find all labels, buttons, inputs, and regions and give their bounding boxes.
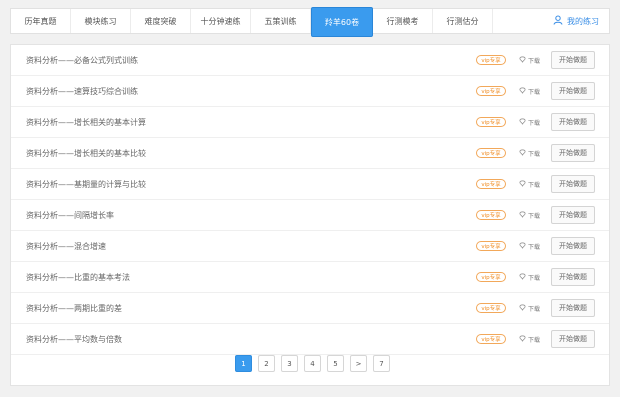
vip-badge: vip专享 bbox=[476, 241, 506, 251]
download-link[interactable]: 下载 bbox=[519, 242, 540, 251]
vip-badge: vip专享 bbox=[476, 117, 506, 127]
vip-badge: vip专享 bbox=[476, 86, 506, 96]
download-icon bbox=[519, 304, 526, 313]
user-icon bbox=[553, 15, 563, 27]
download-link[interactable]: 下载 bbox=[519, 118, 540, 127]
download-label: 下载 bbox=[528, 212, 541, 220]
tab-module-practice[interactable]: 模块练习 bbox=[71, 9, 131, 33]
list-item: 资料分析——平均数与倍数 vip专享 下载 开始做题 bbox=[11, 324, 609, 355]
start-exercise-button[interactable]: 开始做题 bbox=[551, 113, 595, 131]
start-exercise-button[interactable]: 开始做题 bbox=[551, 330, 595, 348]
exercise-title[interactable]: 资料分析——两期比重的差 bbox=[26, 303, 122, 314]
list-item: 资料分析——间隔增长率 vip专享 下载 开始做题 bbox=[11, 200, 609, 231]
list-item: 资料分析——基期量的计算与比较 vip专享 下载 开始做题 bbox=[11, 169, 609, 200]
download-icon bbox=[519, 211, 526, 220]
vip-badge: vip专享 bbox=[476, 272, 506, 282]
download-icon bbox=[519, 56, 526, 65]
exercise-title[interactable]: 资料分析——比重的基本考法 bbox=[26, 272, 130, 283]
download-link[interactable]: 下载 bbox=[519, 211, 540, 220]
start-exercise-button[interactable]: 开始做题 bbox=[551, 206, 595, 224]
start-exercise-button[interactable]: 开始做题 bbox=[551, 51, 595, 69]
tab-mock-exam[interactable]: 行测模考 bbox=[373, 9, 433, 33]
my-practice-link[interactable]: 我的练习 bbox=[553, 9, 609, 33]
download-link[interactable]: 下载 bbox=[519, 335, 540, 344]
download-label: 下载 bbox=[528, 57, 541, 65]
download-icon bbox=[519, 273, 526, 282]
vip-badge: vip专享 bbox=[476, 334, 506, 344]
list-item: 资料分析——必备公式列式训练 vip专享 下载 开始做题 bbox=[11, 45, 609, 76]
tab-score-estimate[interactable]: 行测估分 bbox=[433, 9, 493, 33]
download-icon bbox=[519, 180, 526, 189]
page-button[interactable]: 5 bbox=[327, 355, 344, 372]
download-label: 下载 bbox=[528, 150, 541, 158]
download-label: 下载 bbox=[528, 119, 541, 127]
download-link[interactable]: 下载 bbox=[519, 180, 540, 189]
download-link[interactable]: 下载 bbox=[519, 149, 540, 158]
vip-badge: vip专享 bbox=[476, 210, 506, 220]
download-label: 下载 bbox=[528, 243, 541, 251]
pagination: 1 2 3 4 5 >7 bbox=[235, 355, 390, 372]
vip-badge: vip专享 bbox=[476, 303, 506, 313]
tab-past-exams[interactable]: 历年真题 bbox=[11, 9, 71, 33]
exercise-list: 资料分析——必备公式列式训练 vip专享 下载 开始做题 资料分析——速算技巧综合训练 v… bbox=[11, 45, 609, 355]
download-label: 下载 bbox=[528, 274, 541, 282]
page-button[interactable]: 3 bbox=[281, 355, 298, 372]
list-item: 资料分析——两期比重的差 vip专享 下载 开始做题 bbox=[11, 293, 609, 324]
exercise-title[interactable]: 资料分析——混合增速 bbox=[26, 241, 106, 252]
next-page-button[interactable]: > bbox=[350, 355, 367, 372]
exercise-title[interactable]: 资料分析——平均数与倍数 bbox=[26, 334, 122, 345]
download-link[interactable]: 下载 bbox=[519, 273, 540, 282]
my-practice-label: 我的练习 bbox=[567, 16, 599, 26]
list-item: 资料分析——增长相关的基本计算 vip专享 下载 开始做题 bbox=[11, 107, 609, 138]
download-icon bbox=[519, 242, 526, 251]
exercise-title[interactable]: 资料分析——必备公式列式训练 bbox=[26, 55, 138, 66]
download-link[interactable]: 下载 bbox=[519, 87, 540, 96]
start-exercise-button[interactable]: 开始做题 bbox=[551, 268, 595, 286]
exercise-title[interactable]: 资料分析——增长相关的基本计算 bbox=[26, 117, 146, 128]
download-link[interactable]: 下载 bbox=[519, 56, 540, 65]
download-label: 下载 bbox=[528, 305, 541, 313]
exercise-panel: 资料分析——必备公式列式训练 vip专享 下载 开始做题 资料分析——速算技巧综合训练 v… bbox=[10, 44, 610, 386]
tab-difficulty-breakthrough[interactable]: 难度突破 bbox=[131, 9, 191, 33]
download-icon bbox=[519, 335, 526, 344]
vip-badge: vip专享 bbox=[476, 55, 506, 65]
start-exercise-button[interactable]: 开始做题 bbox=[551, 237, 595, 255]
page-button[interactable]: 1 bbox=[235, 355, 252, 372]
start-exercise-button[interactable]: 开始做题 bbox=[551, 82, 595, 100]
exercise-title[interactable]: 资料分析——间隔增长率 bbox=[26, 210, 114, 221]
tab-ten-minute-drill[interactable]: 十分钟速练 bbox=[191, 9, 251, 33]
tab-five-strategy[interactable]: 五策训练 bbox=[251, 9, 311, 33]
start-exercise-button[interactable]: 开始做题 bbox=[551, 175, 595, 193]
list-item: 资料分析——速算技巧综合训练 vip专享 下载 开始做题 bbox=[11, 76, 609, 107]
page-button[interactable]: 4 bbox=[304, 355, 321, 372]
download-label: 下载 bbox=[528, 88, 541, 96]
exercise-title[interactable]: 资料分析——增长相关的基本比较 bbox=[26, 148, 146, 159]
exercise-title[interactable]: 资料分析——速算技巧综合训练 bbox=[26, 86, 138, 97]
download-icon bbox=[519, 118, 526, 127]
vip-badge: vip专享 bbox=[476, 179, 506, 189]
start-exercise-button[interactable]: 开始做题 bbox=[551, 144, 595, 162]
download-link[interactable]: 下载 bbox=[519, 304, 540, 313]
list-item: 资料分析——混合增速 vip专享 下载 开始做题 bbox=[11, 231, 609, 262]
list-item: 资料分析——比重的基本考法 vip专享 下载 开始做题 bbox=[11, 262, 609, 293]
exercise-title[interactable]: 资料分析——基期量的计算与比较 bbox=[26, 179, 146, 190]
top-tab-bar: 历年真题 模块练习 难度突破 十分钟速练 五策训练 羚羊60卷 行测模考 行测估… bbox=[10, 7, 610, 37]
tab-60-papers[interactable]: 羚羊60卷 bbox=[311, 7, 373, 37]
page-button[interactable]: 7 bbox=[373, 355, 390, 372]
download-label: 下载 bbox=[528, 336, 541, 344]
download-icon bbox=[519, 87, 526, 96]
vip-badge: vip专享 bbox=[476, 148, 506, 158]
download-icon bbox=[519, 149, 526, 158]
list-item: 资料分析——增长相关的基本比较 vip专享 下载 开始做题 bbox=[11, 138, 609, 169]
start-exercise-button[interactable]: 开始做题 bbox=[551, 299, 595, 317]
download-label: 下载 bbox=[528, 181, 541, 189]
page-button[interactable]: 2 bbox=[258, 355, 275, 372]
